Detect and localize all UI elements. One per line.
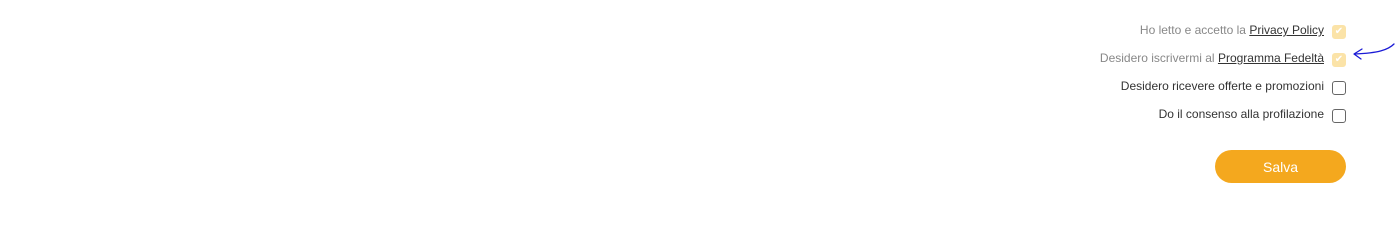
privacy-policy-checkbox: ✔ — [1332, 25, 1346, 39]
offers-consent-label: Desidero ricevere offerte e promozioni — [1120, 79, 1324, 93]
consent-row-profiling: Do il consenso alla profilazione — [1159, 100, 1346, 128]
hand-drawn-arrow-icon — [1353, 43, 1395, 60]
loyalty-program-text: Desidero iscrivermi al — [1099, 51, 1215, 65]
consent-row-offers: Desidero ricevere offerte e promozioni — [1121, 72, 1346, 100]
consent-row-loyalty-program: Desidero iscrivermi al Programma Fedeltà… — [1100, 44, 1346, 72]
privacy-policy-text: Ho letto e accetto la — [1139, 23, 1246, 37]
save-button[interactable]: Salva — [1215, 150, 1346, 183]
profiling-consent-checkbox[interactable] — [1332, 109, 1346, 123]
loyalty-program-link[interactable]: Programma Fedeltà — [1218, 51, 1324, 65]
check-icon: ✔ — [1334, 26, 1344, 37]
check-icon: ✔ — [1334, 54, 1344, 65]
profiling-consent-label: Do il consenso alla profilazione — [1158, 107, 1324, 121]
loyalty-program-checkbox: ✔ — [1332, 53, 1346, 67]
consent-list: Ho letto e accetto la Privacy Policy ✔ D… — [1100, 16, 1346, 128]
privacy-policy-link[interactable]: Privacy Policy — [1249, 23, 1324, 37]
loyalty-program-label: Desidero iscrivermi al Programma Fedeltà — [1100, 50, 1324, 66]
offers-consent-checkbox[interactable] — [1332, 81, 1346, 95]
consent-row-privacy-policy: Ho letto e accetto la Privacy Policy ✔ — [1140, 16, 1346, 44]
privacy-policy-label: Ho letto e accetto la Privacy Policy — [1140, 22, 1324, 38]
